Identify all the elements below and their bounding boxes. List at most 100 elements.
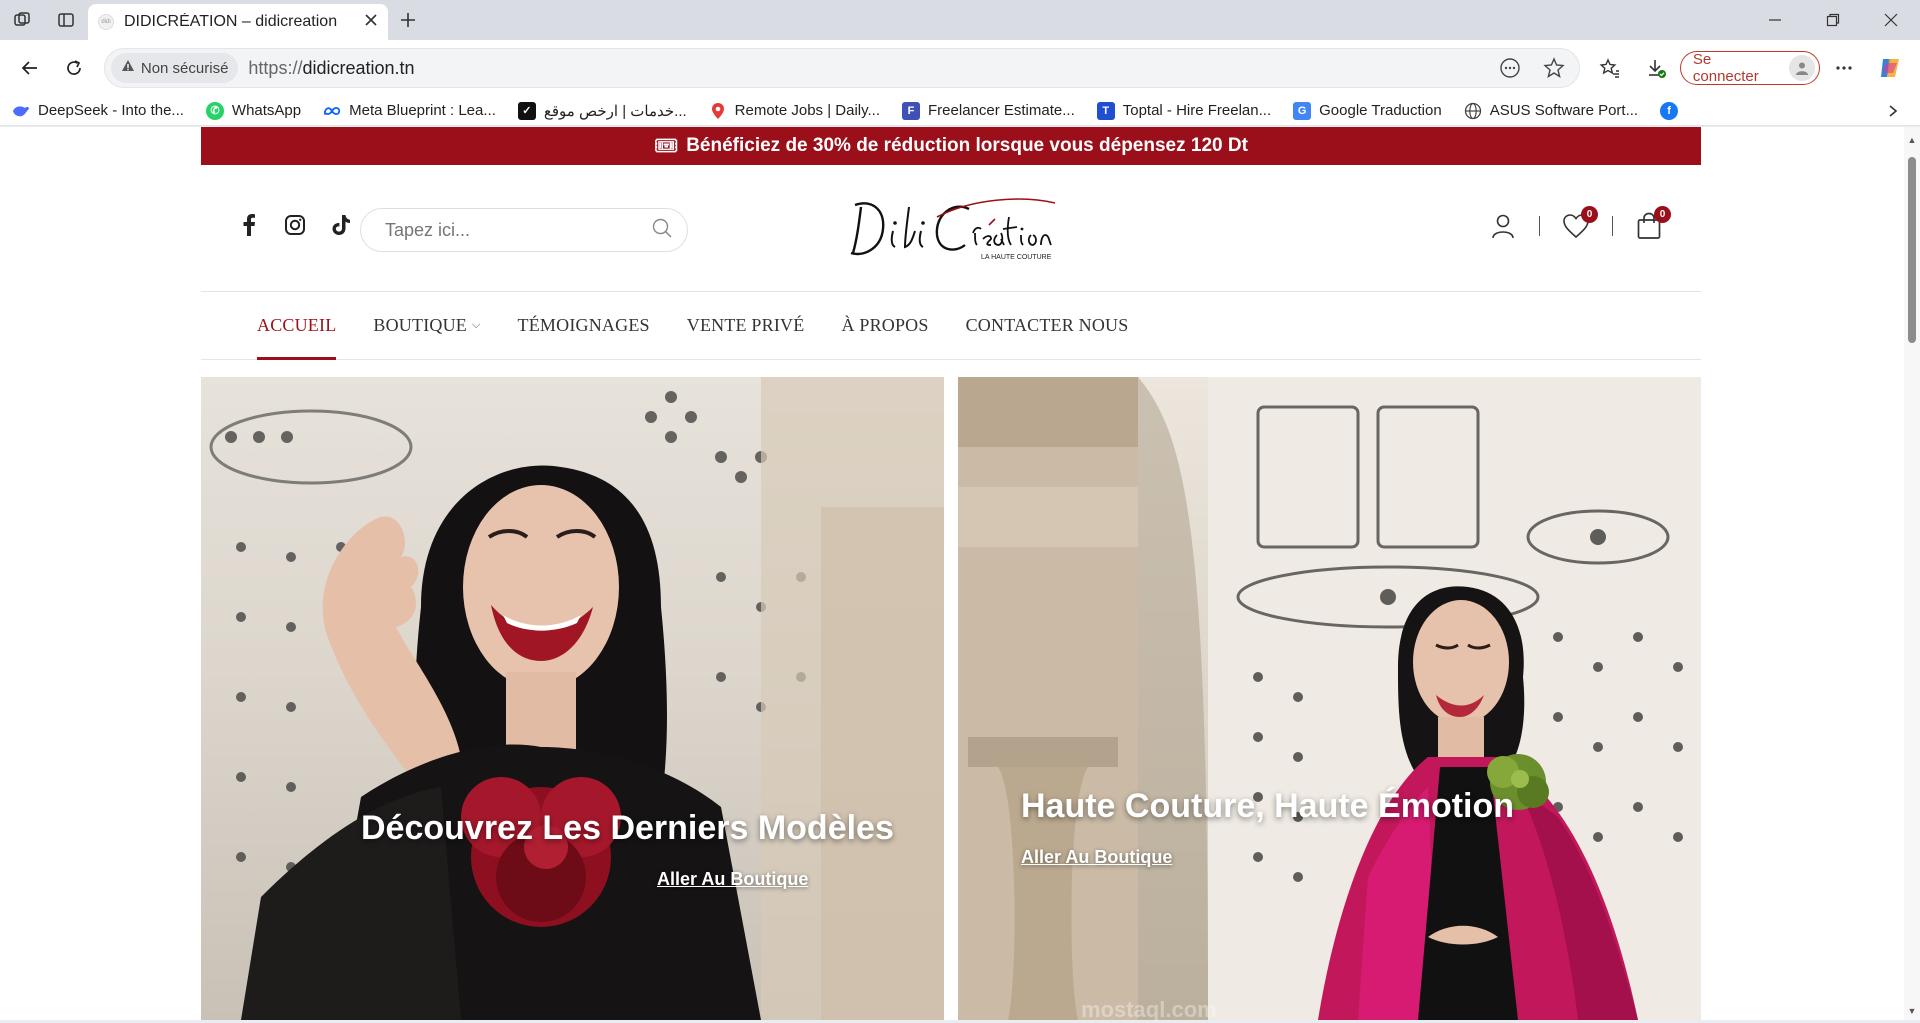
freelancer-icon: F bbox=[902, 101, 921, 120]
toolbar-right: Se connecter bbox=[1588, 48, 1912, 88]
bookmark-remote-jobs[interactable]: Remote Jobs | Daily... bbox=[709, 102, 880, 120]
address-bar-actions bbox=[1491, 52, 1573, 84]
site-search[interactable] bbox=[360, 208, 688, 252]
favorites-icon[interactable] bbox=[1588, 48, 1632, 88]
globe-icon bbox=[1464, 102, 1482, 120]
page-scrollbar[interactable]: ▲ ▼ bbox=[1904, 127, 1920, 1020]
facebook-icon: f bbox=[1660, 101, 1679, 120]
reload-button[interactable] bbox=[52, 48, 96, 88]
meta-icon bbox=[323, 102, 341, 120]
facebook-icon[interactable] bbox=[237, 213, 261, 237]
address-bar[interactable]: Non sécurisé https://didicreation.tn bbox=[103, 48, 1581, 88]
bookmark-whatsapp[interactable]: ✆ WhatsApp bbox=[205, 101, 301, 120]
bookmark-meta[interactable]: Meta Blueprint : Lea... bbox=[323, 102, 496, 120]
hero-right-headline: Haute Couture, Haute Émotion bbox=[1021, 787, 1515, 825]
wishlist-heart-icon[interactable]: 0 bbox=[1560, 206, 1598, 243]
browser-toolbar: Non sécurisé https://didicreation.tn Se … bbox=[0, 40, 1920, 96]
scroll-down-icon[interactable]: ▼ bbox=[1907, 1006, 1917, 1016]
bookmark-facebook[interactable]: f bbox=[1660, 101, 1679, 120]
hero-right-photo bbox=[958, 377, 1701, 1020]
hero-banner-right[interactable]: Haute Couture, Haute Émotion Aller Au Bo… bbox=[958, 377, 1701, 1020]
promo-text: Bénéficiez de 30% de réduction lorsque v… bbox=[686, 135, 1248, 156]
chevron-down-icon: ⌵ bbox=[472, 319, 481, 331]
search-input[interactable] bbox=[385, 219, 651, 241]
site-header: LA HAUTE COUTURE 0 0 bbox=[201, 165, 1701, 292]
nav-item-contacter-nous[interactable]: CONTACTER NOUS bbox=[966, 292, 1129, 360]
whatsapp-icon: ✆ bbox=[205, 101, 224, 120]
hero-right-cta-link[interactable]: Aller Au Boutique bbox=[1021, 847, 1172, 868]
copilot-icon[interactable] bbox=[1868, 48, 1912, 88]
khamsat-icon: ✓ bbox=[517, 101, 536, 120]
header-actions: 0 0 bbox=[1487, 206, 1671, 243]
deepseek-icon bbox=[12, 102, 30, 120]
url-host: didicreation.tn bbox=[302, 57, 415, 78]
hero-left-photo bbox=[209, 377, 944, 1020]
ticket-icon: 🎟 bbox=[654, 136, 679, 157]
security-label: Non sécurisé bbox=[140, 59, 229, 77]
tab-title: DIDICRÉATION – didicreation bbox=[124, 13, 338, 30]
bookmark-asus[interactable]: ASUS Software Port... bbox=[1464, 102, 1638, 120]
reader-more-icon[interactable] bbox=[1491, 52, 1529, 84]
favorite-star-icon[interactable] bbox=[1535, 52, 1573, 84]
page-viewport: 🎟 Bénéficiez de 30% de réduction lorsque… bbox=[0, 127, 1920, 1022]
tiktok-icon[interactable] bbox=[329, 213, 353, 237]
workspaces-icon[interactable] bbox=[0, 0, 44, 40]
minimize-icon[interactable] bbox=[1746, 0, 1804, 40]
hero-banner-left[interactable]: Découvrez Les Derniers Modèles Aller Au … bbox=[201, 377, 944, 1020]
scroll-up-icon[interactable]: ▲ bbox=[1907, 135, 1917, 145]
nav-item-vente-prive[interactable]: VENTE PRIVÉ bbox=[687, 292, 805, 360]
new-tab-button[interactable] bbox=[388, 0, 428, 40]
close-tab-icon[interactable] bbox=[364, 13, 378, 32]
account-user-icon[interactable] bbox=[1487, 209, 1519, 243]
back-button[interactable] bbox=[8, 48, 52, 88]
watermark-text: mostaql.com bbox=[1081, 997, 1217, 1022]
bookmark-google-translate[interactable]: G Google Traduction bbox=[1293, 101, 1442, 120]
browser-tab-bar: didi DIDICRÉATION – didicreation bbox=[0, 0, 1920, 40]
promo-banner[interactable]: 🎟 Bénéficiez de 30% de réduction lorsque… bbox=[201, 127, 1701, 165]
hero-left-cta-link[interactable]: Aller Au Boutique bbox=[657, 869, 808, 890]
sign-in-label: Se connecter bbox=[1692, 51, 1759, 85]
search-icon[interactable] bbox=[651, 217, 673, 244]
social-links bbox=[237, 213, 353, 237]
cart-count-badge: 0 bbox=[1654, 206, 1671, 223]
google-translate-icon: G bbox=[1293, 101, 1312, 120]
logo-tagline: LA HAUTE COUTURE bbox=[981, 254, 1052, 261]
browser-tab-active[interactable]: didi DIDICRÉATION – didicreation bbox=[88, 4, 388, 40]
site-logo[interactable]: LA HAUTE COUTURE bbox=[841, 187, 1061, 273]
bookmark-khamsat[interactable]: ✓ خدمات | ارخص موقع... bbox=[517, 101, 687, 120]
hero-banners: Découvrez Les Derniers Modèles Aller Au … bbox=[201, 377, 1701, 1020]
downloads-icon[interactable] bbox=[1634, 48, 1678, 88]
close-window-icon[interactable] bbox=[1862, 0, 1920, 40]
profile-avatar-icon bbox=[1789, 55, 1816, 81]
toptal-icon: T bbox=[1096, 101, 1115, 120]
wishlist-count-badge: 0 bbox=[1581, 206, 1598, 223]
nav-item-accueil[interactable]: ACCUEIL bbox=[257, 292, 337, 360]
url-scheme: https:// bbox=[248, 57, 303, 78]
nav-item-boutique[interactable]: BOUTIQUE ⌵ bbox=[373, 292, 480, 360]
more-options-icon[interactable] bbox=[1822, 48, 1866, 88]
header-divider bbox=[1612, 216, 1613, 236]
main-navigation: ACCUEIL BOUTIQUE ⌵ TÉMOIGNAGES VENTE PRIV… bbox=[201, 292, 1701, 360]
bookmark-toptal[interactable]: T Toptal - Hire Freelan... bbox=[1096, 101, 1271, 120]
vertical-tabs-icon[interactable] bbox=[44, 0, 88, 40]
sign-in-button[interactable]: Se connecter bbox=[1679, 51, 1821, 85]
bookmarks-bar: DeepSeek - Into the... ✆ WhatsApp Meta Bl… bbox=[0, 96, 1920, 126]
bookmarks-overflow-chevron-icon[interactable] bbox=[1878, 104, 1908, 118]
bookmark-deepseek[interactable]: DeepSeek - Into the... bbox=[12, 102, 184, 120]
url-text[interactable]: https://didicreation.tn bbox=[248, 58, 1491, 79]
header-divider bbox=[1539, 216, 1540, 236]
nav-item-a-propos[interactable]: À PROPOS bbox=[841, 292, 928, 360]
restore-icon[interactable] bbox=[1804, 0, 1862, 40]
scrollbar-thumb[interactable] bbox=[1908, 157, 1916, 343]
location-pin-icon bbox=[709, 102, 727, 120]
hero-left-headline: Découvrez Les Derniers Modèles bbox=[361, 809, 894, 847]
security-indicator[interactable]: Non sécurisé bbox=[110, 53, 239, 83]
bookmark-freelancer[interactable]: F Freelancer Estimate... bbox=[902, 101, 1075, 120]
site-container: 🎟 Bénéficiez de 30% de réduction lorsque… bbox=[201, 127, 1701, 1022]
shopping-bag-icon[interactable]: 0 bbox=[1633, 206, 1671, 243]
site-favicon-icon: didi bbox=[98, 14, 114, 30]
nav-item-temoignages[interactable]: TÉMOIGNAGES bbox=[518, 292, 650, 360]
warning-icon bbox=[121, 59, 135, 77]
window-controls bbox=[1746, 0, 1920, 40]
instagram-icon[interactable] bbox=[283, 213, 307, 237]
